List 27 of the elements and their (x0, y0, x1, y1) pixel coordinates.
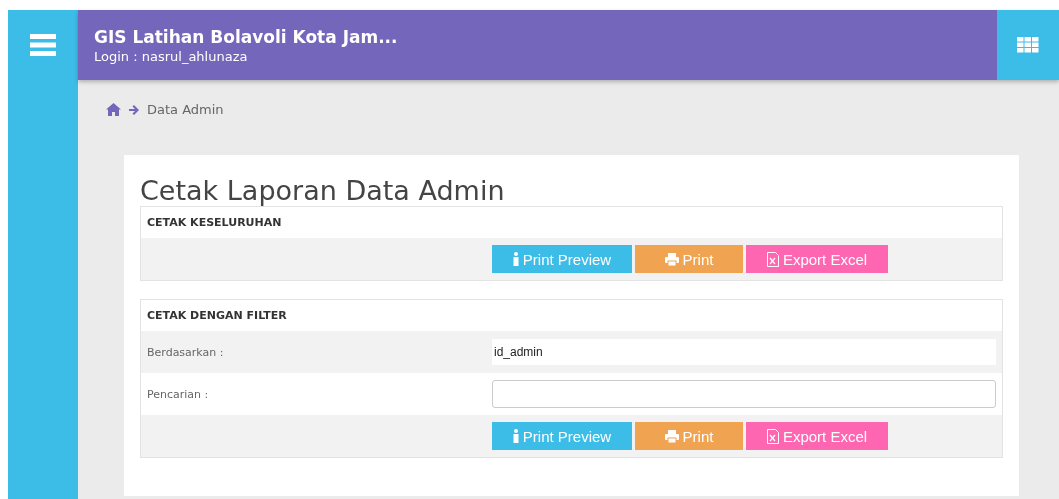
login-text: Login : nasrul_ahlunaza (94, 48, 249, 64)
search-field[interactable] (492, 380, 996, 408)
print-button[interactable]: Print (635, 422, 743, 450)
excel-button[interactable]: Export Excel (746, 422, 888, 450)
apps-button[interactable] (997, 10, 1059, 80)
excel-file-icon (766, 251, 779, 267)
app-title: GIS Latihan Bolavoli Kota Jam... (94, 26, 399, 47)
home-icon[interactable] (106, 103, 121, 116)
preview-button[interactable]: Print Preview (492, 422, 632, 450)
info-icon (512, 252, 519, 266)
printer-icon (664, 429, 679, 443)
menu-icon[interactable] (30, 34, 56, 56)
panel-heading: CETAK KESELURUHAN (146, 215, 283, 231)
panel-heading: CETAK DENGAN FILTER (146, 308, 288, 324)
select-field[interactable]: id_admin (492, 339, 996, 365)
breadcrumb-current: Data Admin (147, 102, 224, 117)
field-label: Pencarian : (147, 387, 210, 401)
field-label: Berdasarkan : (147, 345, 225, 359)
excel-button[interactable]: Export Excel (746, 245, 888, 273)
arrow-right-icon (129, 104, 139, 115)
preview-button[interactable]: Print Preview (492, 245, 632, 273)
info-icon (512, 429, 519, 443)
print-button[interactable]: Print (635, 245, 743, 273)
printer-icon (664, 252, 679, 266)
page-title: Cetak Laporan Data Admin (140, 175, 506, 206)
excel-file-icon (766, 428, 779, 444)
grid-icon (1017, 37, 1039, 53)
